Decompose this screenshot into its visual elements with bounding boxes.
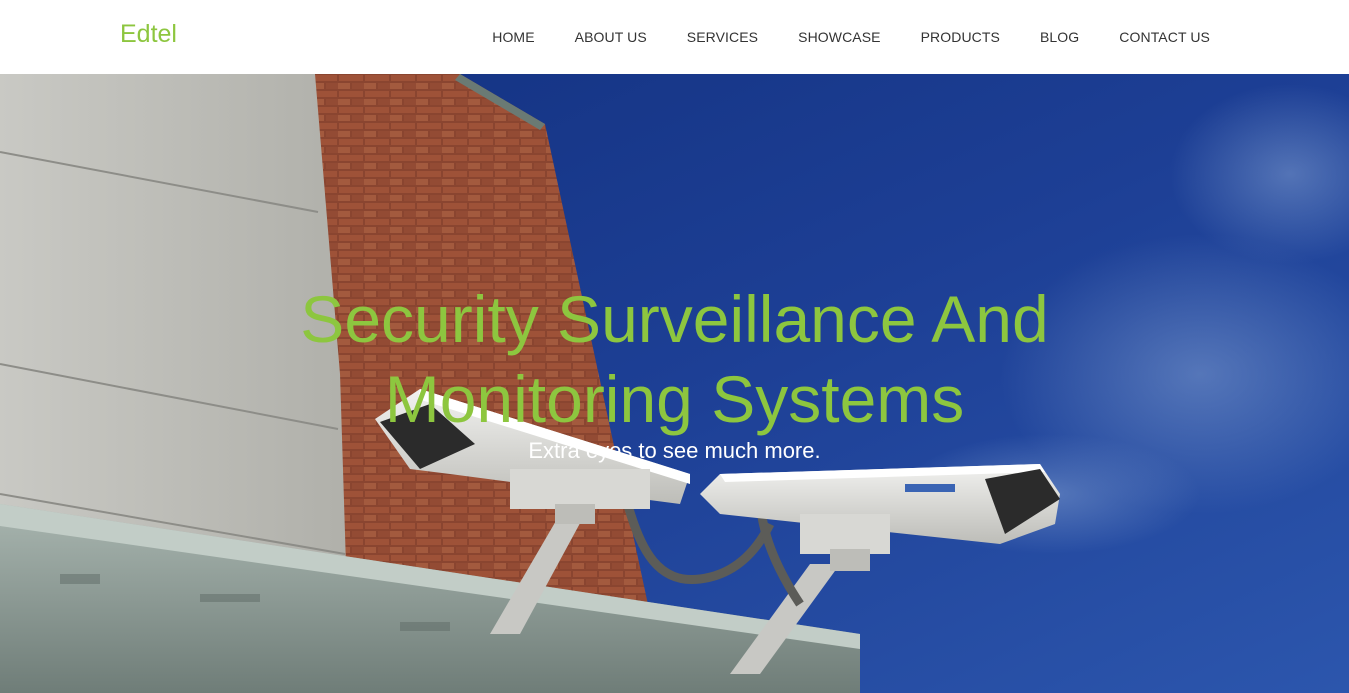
nav-products[interactable]: PRODUCTS bbox=[921, 29, 1000, 45]
nav-contact-us[interactable]: CONTACT US bbox=[1119, 29, 1210, 45]
nav-services[interactable]: SERVICES bbox=[687, 29, 758, 45]
nav-about-us[interactable]: ABOUT US bbox=[575, 29, 647, 45]
main-nav: HOME ABOUT US SERVICES SHOWCASE PRODUCTS… bbox=[452, 29, 1210, 45]
hero-title-line2: Monitoring Systems bbox=[384, 362, 965, 436]
nav-showcase[interactable]: SHOWCASE bbox=[798, 29, 880, 45]
hero-title: Security Surveillance And Monitoring Sys… bbox=[0, 279, 1349, 439]
hero-title-line1: Security Surveillance And bbox=[300, 282, 1049, 356]
hero-content: Security Surveillance And Monitoring Sys… bbox=[0, 74, 1349, 693]
site-logo[interactable]: Edtel bbox=[120, 20, 177, 49]
nav-home[interactable]: HOME bbox=[492, 29, 534, 45]
nav-blog[interactable]: BLOG bbox=[1040, 29, 1079, 45]
hero-subtitle: Extra eyes to see much more. bbox=[528, 438, 821, 463]
hero-section: Security Surveillance And Monitoring Sys… bbox=[0, 74, 1349, 693]
site-header: Edtel HOME ABOUT US SERVICES SHOWCASE PR… bbox=[0, 0, 1349, 74]
